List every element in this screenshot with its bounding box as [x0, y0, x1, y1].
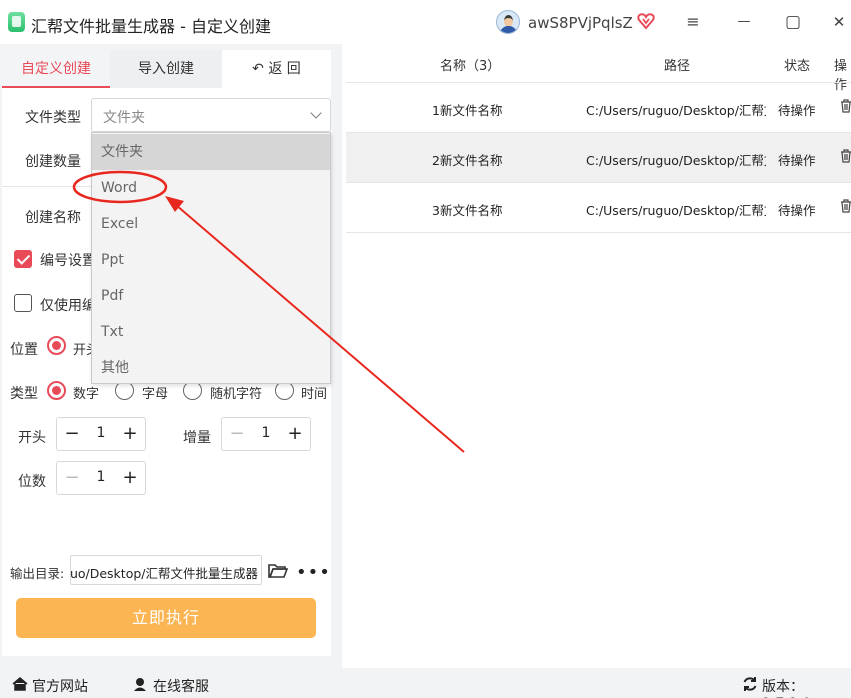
- digits-stepper[interactable]: − 1 +: [56, 461, 146, 495]
- type-label: 类型: [10, 386, 38, 402]
- name-label: 创建名称: [25, 210, 81, 226]
- dropdown-option-ppt[interactable]: Ppt: [92, 242, 330, 278]
- start-label: 开头: [18, 430, 46, 446]
- header-status: 状态: [784, 59, 811, 74]
- dropdown-option-other[interactable]: 其他: [92, 350, 330, 386]
- digits-label: 位数: [18, 474, 46, 490]
- tab-import-create[interactable]: 导入创建: [110, 50, 222, 88]
- execute-button[interactable]: 立即执行: [16, 598, 316, 638]
- start-stepper[interactable]: − 1 +: [56, 417, 146, 451]
- digits-value: 1: [96, 469, 106, 485]
- row-path: C:/Users/ruguo/Desktop/汇帮文: [586, 103, 766, 118]
- folder-icon[interactable]: [268, 563, 288, 579]
- minus-icon[interactable]: −: [59, 420, 85, 448]
- row-status: 待操作: [778, 203, 816, 218]
- file-type-label: 文件类型: [25, 110, 81, 126]
- home-icon: [12, 677, 28, 691]
- plus-icon[interactable]: +: [117, 420, 143, 448]
- row-name: 2新文件名称: [432, 153, 503, 168]
- maximize-button[interactable]: ▢: [780, 10, 806, 34]
- row-name: 3新文件名称: [432, 203, 503, 218]
- tab-custom-create[interactable]: 自定义创建: [2, 50, 110, 88]
- output-dir-label: 输出目录:: [10, 566, 65, 581]
- status-bar: 官方网站 在线客服 版本：2.7.1.0: [0, 668, 851, 698]
- row-status: 待操作: [778, 103, 816, 118]
- chevron-down-icon: [310, 107, 322, 119]
- count-label: 创建数量: [25, 154, 81, 170]
- output-dir-value: guo/Desktop/汇帮文件批量生成器: [70, 566, 258, 581]
- window-title: 汇帮文件批量生成器 - 自定义创建: [31, 17, 271, 36]
- trash-icon[interactable]: [840, 199, 851, 213]
- dropdown-option-txt[interactable]: Txt: [92, 314, 330, 350]
- dropdown-option-excel[interactable]: Excel: [92, 206, 330, 242]
- header-name: 名称（3）: [440, 59, 501, 74]
- dropdown-option-word[interactable]: Word: [92, 170, 330, 206]
- output-dir-input[interactable]: guo/Desktop/汇帮文件批量生成器: [70, 555, 262, 585]
- file-type-value: 文件夹: [103, 110, 145, 126]
- undo-icon: ↶: [252, 61, 264, 77]
- table-row[interactable]: 1新文件名称 C:/Users/ruguo/Desktop/汇帮文 待操作: [346, 83, 851, 133]
- type-number-radio[interactable]: [47, 381, 66, 400]
- position-start-radio[interactable]: [47, 336, 66, 355]
- numbering-checkbox[interactable]: [14, 250, 32, 268]
- row-path: C:/Users/ruguo/Desktop/汇帮文: [586, 203, 766, 218]
- more-icon[interactable]: •••: [296, 562, 331, 583]
- plus-icon[interactable]: +: [282, 420, 308, 448]
- numbering-label: 编号设置: [40, 253, 96, 269]
- row-name: 1新文件名称: [432, 103, 503, 118]
- refresh-icon[interactable]: [742, 676, 758, 692]
- increment-label: 增量: [183, 430, 211, 446]
- plus-icon[interactable]: +: [117, 464, 143, 492]
- customer-service-icon: [134, 678, 146, 691]
- position-label: 位置: [10, 342, 38, 358]
- minimize-button[interactable]: —: [731, 10, 757, 34]
- increment-value: 1: [261, 425, 271, 441]
- dropdown-option-folder[interactable]: 文件夹: [92, 134, 330, 170]
- online-service-link[interactable]: 在线客服: [153, 676, 209, 696]
- trash-icon[interactable]: [840, 149, 851, 163]
- table-row[interactable]: 2新文件名称 C:/Users/ruguo/Desktop/汇帮文 待操作: [346, 133, 851, 183]
- vip-heart-icon[interactable]: [637, 12, 655, 30]
- only-number-label: 仅使用编: [40, 298, 96, 314]
- start-value: 1: [96, 425, 106, 441]
- version-text: 版本：2.7.1.0: [762, 679, 811, 698]
- table-row[interactable]: 3新文件名称 C:/Users/ruguo/Desktop/汇帮文 待操作: [346, 183, 851, 233]
- file-table: 名称（3） 路径 状态 操作 1新文件名称 C:/Users/ruguo/Des…: [346, 44, 851, 668]
- increment-stepper[interactable]: − 1 +: [221, 417, 311, 451]
- row-status: 待操作: [778, 153, 816, 168]
- menu-icon[interactable]: ≡: [680, 10, 706, 34]
- user-avatar[interactable]: [496, 10, 520, 34]
- only-number-checkbox[interactable]: [14, 294, 32, 312]
- app-logo-icon: [8, 12, 25, 32]
- close-button[interactable]: ✕: [826, 10, 851, 34]
- back-label: 返 回: [268, 61, 301, 77]
- file-type-dropdown: 文件夹 Word Excel Ppt Pdf Txt 其他: [91, 132, 331, 384]
- username[interactable]: awS8PVjPqlsZ: [528, 14, 633, 32]
- header-path: 路径: [664, 59, 691, 74]
- minus-icon[interactable]: −: [59, 464, 85, 492]
- file-type-select[interactable]: 文件夹: [91, 98, 331, 132]
- title-bar: 汇帮文件批量生成器 - 自定义创建 awS8PVjPqlsZ ≡ — ▢ ✕: [0, 0, 851, 44]
- official-website-link[interactable]: 官方网站: [32, 676, 88, 696]
- trash-icon[interactable]: [840, 99, 851, 113]
- minus-icon[interactable]: −: [224, 420, 250, 448]
- row-path: C:/Users/ruguo/Desktop/汇帮文: [586, 153, 766, 168]
- back-button[interactable]: ↶ 返 回: [222, 50, 331, 88]
- dropdown-option-pdf[interactable]: Pdf: [92, 278, 330, 314]
- tab-bar: 自定义创建 导入创建 ↶ 返 回: [2, 50, 331, 88]
